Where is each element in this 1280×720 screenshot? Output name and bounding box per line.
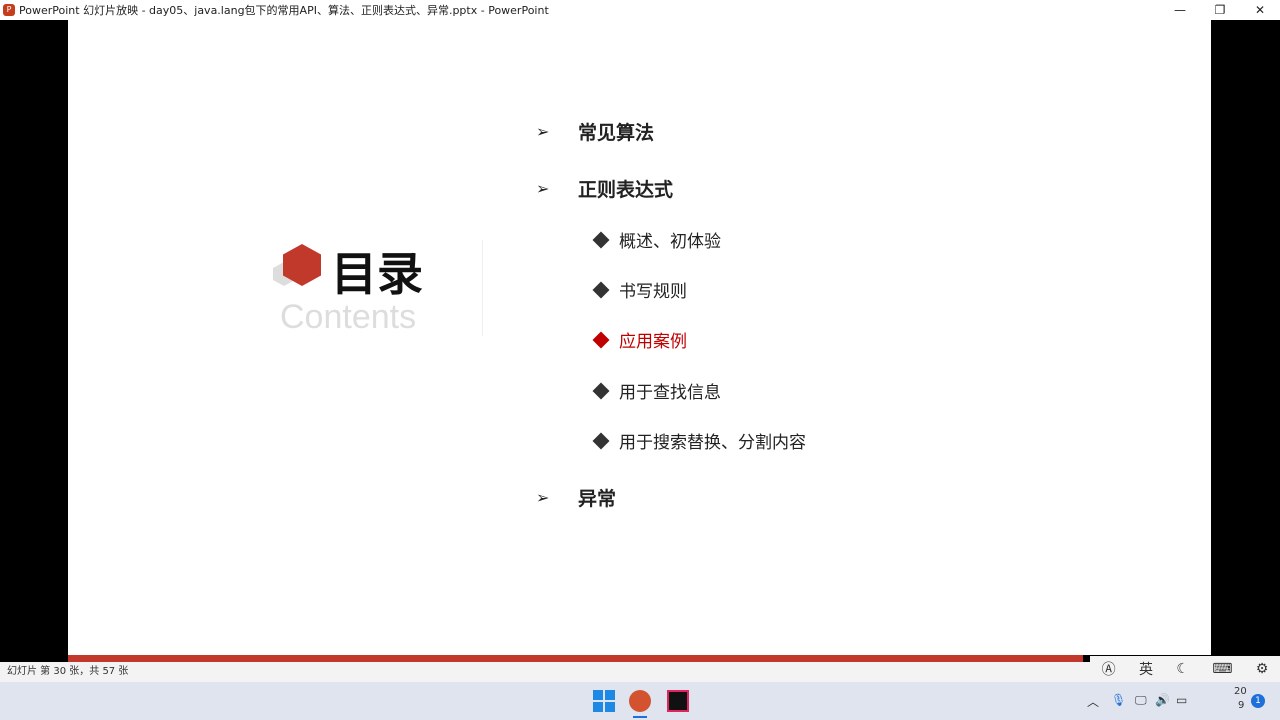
agenda-item: 应用案例: [592, 327, 687, 352]
diamond-bullet-icon: [592, 432, 610, 449]
slide-footer-bar: [68, 655, 1083, 662]
clock-time[interactable]: 20: [1234, 686, 1247, 697]
chevron-up-icon[interactable]: ︿: [1087, 693, 1099, 710]
agenda-item-label: 书写规则: [619, 282, 687, 302]
diamond-bullet-icon: [592, 382, 610, 399]
agenda-item-label: 用于搜索替换、分割内容: [619, 433, 806, 453]
agenda-item-label: 正则表达式: [578, 179, 674, 201]
agenda-item: 书写规则: [592, 277, 687, 302]
minimize-button[interactable]: —: [1160, 0, 1200, 20]
powerpoint-icon: P: [3, 4, 15, 16]
intellij-taskbar-icon[interactable]: [667, 690, 689, 712]
slide-heading: 目录: [331, 247, 423, 301]
agenda-item-label: 应用案例: [619, 332, 687, 352]
slide-counter: 幻灯片 第 30 张，共 57 张: [7, 666, 129, 677]
agenda-item: ➢ 正则表达式: [536, 175, 673, 202]
keyboard-icon[interactable]: ⌨: [1212, 661, 1232, 677]
agenda-item: 概述、初体验: [592, 227, 721, 252]
ime-language[interactable]: 英: [1139, 659, 1153, 679]
ime-toolbar: Ⓐ 英 ☾ ⌨ ⚙: [1090, 656, 1280, 682]
diamond-bullet-icon: [592, 281, 610, 298]
slide-subheading: Contents: [280, 298, 417, 336]
slide[interactable]: 目录 Contents ➢ 常见算法 ➢ 正则表达式概述、初体验 书写规则应用案例用于查…: [68, 20, 1211, 655]
windows-start-icon[interactable]: [593, 690, 615, 712]
agenda-item: ➢ 异常: [536, 484, 616, 511]
diamond-bullet-icon: [592, 331, 610, 348]
diamond-bullet-icon: [592, 231, 610, 248]
window-title: PowerPoint 幻灯片放映 - day05、java.lang包下的常用A…: [19, 4, 549, 17]
microphone-icon[interactable]: 🎙: [1111, 693, 1126, 707]
arrow-bullet-icon: ➢: [536, 179, 550, 198]
agenda-item-label: 异常: [578, 488, 617, 510]
gear-icon[interactable]: ⚙: [1256, 661, 1269, 677]
agenda-item-label: 用于查找信息: [619, 383, 721, 403]
arrow-bullet-icon: ➢: [536, 122, 550, 141]
notification-badge[interactable]: 1: [1251, 694, 1265, 708]
moon-icon[interactable]: ☾: [1176, 661, 1189, 677]
close-button[interactable]: ✕: [1240, 0, 1280, 20]
status-bar: 幻灯片 第 30 张，共 57 张: [0, 662, 1280, 682]
powerpoint-taskbar-icon[interactable]: [629, 690, 651, 712]
agenda-item-label: 常见算法: [578, 122, 655, 144]
arrow-bullet-icon: ➢: [536, 488, 550, 507]
divider: [482, 240, 483, 336]
agenda-item: ➢ 常见算法: [536, 118, 654, 145]
agenda-item: 用于搜索替换、分割内容: [592, 428, 806, 453]
agenda-item-label: 概述、初体验: [619, 232, 721, 252]
battery-icon[interactable]: ▭: [1176, 693, 1187, 707]
title-bar: P PowerPoint 幻灯片放映 - day05、java.lang包下的常…: [0, 0, 1280, 20]
taskbar: ︿ 🎙 🖵 🔊 ▭ 20 9 1: [0, 682, 1280, 720]
agenda-item: 用于查找信息: [592, 378, 721, 403]
network-icon[interactable]: 🖵: [1135, 693, 1147, 708]
clock-date[interactable]: 9: [1238, 700, 1244, 711]
ime-mode-icon[interactable]: Ⓐ: [1102, 659, 1116, 679]
volume-icon[interactable]: 🔊: [1155, 693, 1170, 707]
restore-button[interactable]: ❐: [1200, 0, 1240, 20]
